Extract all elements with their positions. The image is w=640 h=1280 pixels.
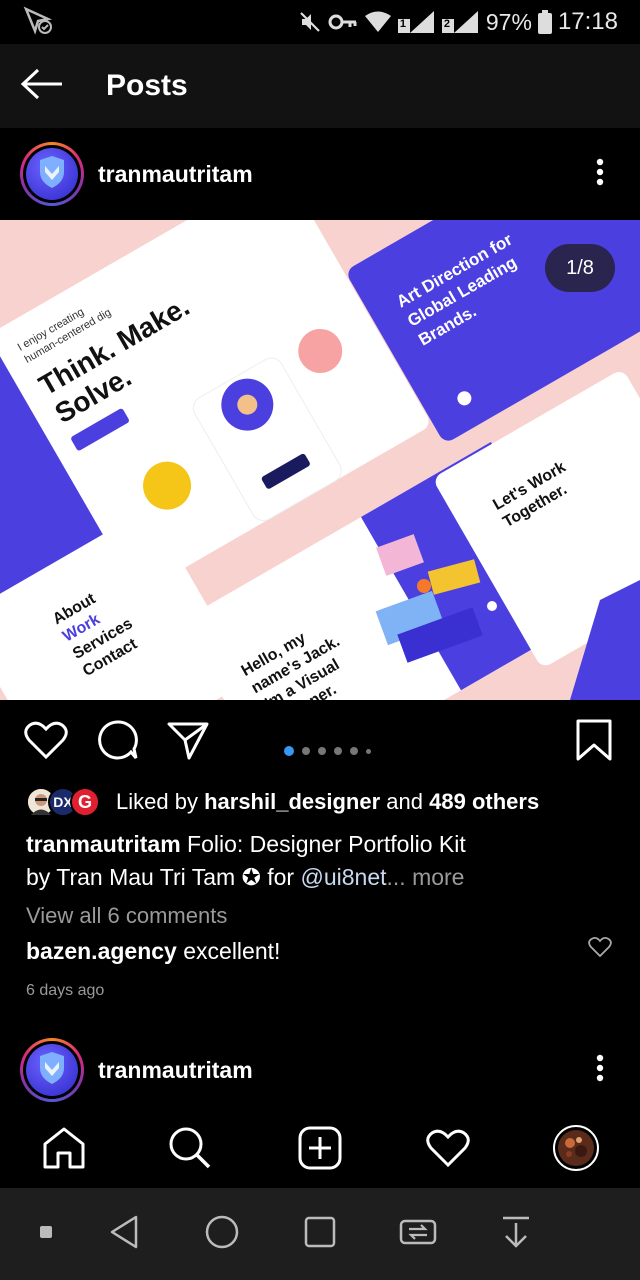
post-username[interactable]: tranmautritam <box>98 161 580 188</box>
system-nav-bar <box>0 1188 640 1280</box>
search-icon <box>168 1126 212 1175</box>
caption-ellipsis: ... <box>386 864 406 890</box>
home-icon <box>42 1126 86 1175</box>
square-dot-icon <box>40 1225 52 1243</box>
post-actions <box>0 712 640 772</box>
status-bar: 1 2 97% 17:18 <box>0 0 640 44</box>
comment-row: bazen.agency excellent! <box>26 938 280 965</box>
circle-home-icon <box>205 1215 239 1254</box>
comment-bubble-icon <box>97 719 139 766</box>
post-image[interactable]: I enjoy creating human-centered dig Thin… <box>0 220 640 700</box>
post-caption: tranmautritam Folio: Designer Portfolio … <box>26 828 526 894</box>
tab-search[interactable] <box>160 1120 220 1180</box>
shield-logo-icon <box>37 1051 67 1089</box>
tab-activity[interactable] <box>418 1120 478 1180</box>
view-comments-link[interactable]: View all 6 comments <box>26 903 227 929</box>
heart-small-icon <box>588 936 612 962</box>
page-title: Posts <box>106 69 188 102</box>
likes-and: and <box>386 789 423 814</box>
mute-icon <box>298 10 322 34</box>
carousel-dot <box>302 747 310 755</box>
liker-avatar-3: G <box>70 787 100 817</box>
heart-icon <box>24 720 68 765</box>
likes-user[interactable]: harshil_designer <box>204 789 380 814</box>
triangle-back-icon <box>109 1215 139 1254</box>
next-post-username[interactable]: tranmautritam <box>98 1057 580 1084</box>
sim2-label: 2 <box>443 18 451 30</box>
profile-avatar <box>553 1124 599 1176</box>
back-button[interactable] <box>0 44 84 128</box>
square-recents-icon <box>304 1216 336 1253</box>
battery-percent: 97% <box>485 8 532 35</box>
clock: 17:18 <box>557 8 618 35</box>
key-icon <box>328 12 358 32</box>
post-header: tranmautritam <box>0 128 640 220</box>
tab-new-post[interactable] <box>290 1120 350 1180</box>
next-post-header: tranmautritam <box>0 1024 640 1116</box>
caption-username[interactable]: tranmautritam <box>26 831 181 857</box>
app-bar: Posts <box>0 44 640 128</box>
more-options-button[interactable] <box>580 154 620 194</box>
save-button[interactable] <box>570 718 618 766</box>
signal-sim1-icon: 1 <box>397 9 436 35</box>
caption-mention[interactable]: @ui8net <box>300 864 386 890</box>
heart-icon <box>426 1128 470 1173</box>
comment-like-button[interactable] <box>588 936 612 963</box>
nav-hide-button[interactable] <box>496 1214 536 1254</box>
nav-back-button[interactable] <box>104 1214 144 1254</box>
tab-home[interactable] <box>34 1120 94 1180</box>
signal-sim2-icon: 2 <box>441 9 480 35</box>
battery-icon <box>537 10 552 34</box>
nav-home-button[interactable] <box>202 1214 242 1254</box>
switch-app-icon <box>399 1217 437 1252</box>
wifi-icon <box>364 11 392 33</box>
post-timestamp: 6 days ago <box>26 982 105 999</box>
comment-text: excellent! <box>183 938 281 964</box>
next-post-more-button[interactable] <box>580 1050 620 1090</box>
carousel-dot <box>366 748 371 754</box>
likes-text: Liked by harshil_designer and 489 others <box>116 789 539 815</box>
tab-profile[interactable] <box>546 1120 606 1180</box>
comment-button[interactable] <box>94 718 142 766</box>
caption-text-1: Folio: Designer Portfolio Kit <box>187 831 466 857</box>
arrow-down-bar-icon <box>501 1215 531 1254</box>
nav-dot-button[interactable] <box>26 1214 66 1254</box>
more-vertical-icon <box>596 158 604 191</box>
nav-switch-app-button[interactable] <box>398 1214 438 1254</box>
likes-others[interactable]: 489 others <box>429 789 539 814</box>
bookmark-icon <box>576 719 612 766</box>
paper-plane-icon <box>167 720 209 765</box>
caption-more-link[interactable]: more <box>412 864 464 890</box>
more-vertical-icon <box>596 1054 604 1087</box>
shield-logo-icon <box>37 155 67 193</box>
arrow-left-icon <box>20 68 64 105</box>
carousel-dot <box>350 747 358 755</box>
like-button[interactable] <box>22 718 70 766</box>
bottom-tab-bar <box>0 1112 640 1188</box>
next-post-avatar[interactable] <box>20 1038 84 1102</box>
carousel-dot <box>334 747 342 755</box>
carousel-dot-active <box>284 746 294 756</box>
share-button[interactable] <box>164 718 212 766</box>
sim1-label: 1 <box>399 18 407 30</box>
avatar[interactable] <box>20 142 84 206</box>
image-counter-badge: 1/8 <box>545 244 615 292</box>
plus-square-icon <box>298 1126 342 1175</box>
caption-text-2: by Tran Mau Tri Tam ✪ for <box>26 864 295 890</box>
nav-recents-button[interactable] <box>300 1214 340 1254</box>
carousel-dot <box>318 747 326 755</box>
likes-row[interactable]: DX G Liked by harshil_designer and 489 o… <box>26 784 539 820</box>
carousel-indicator <box>284 746 371 756</box>
location-off-icon <box>22 5 54 40</box>
comment-username[interactable]: bazen.agency <box>26 938 177 964</box>
post-image-artwork: I enjoy creating human-centered dig Thin… <box>0 220 640 700</box>
likes-prefix: Liked by <box>116 789 198 814</box>
